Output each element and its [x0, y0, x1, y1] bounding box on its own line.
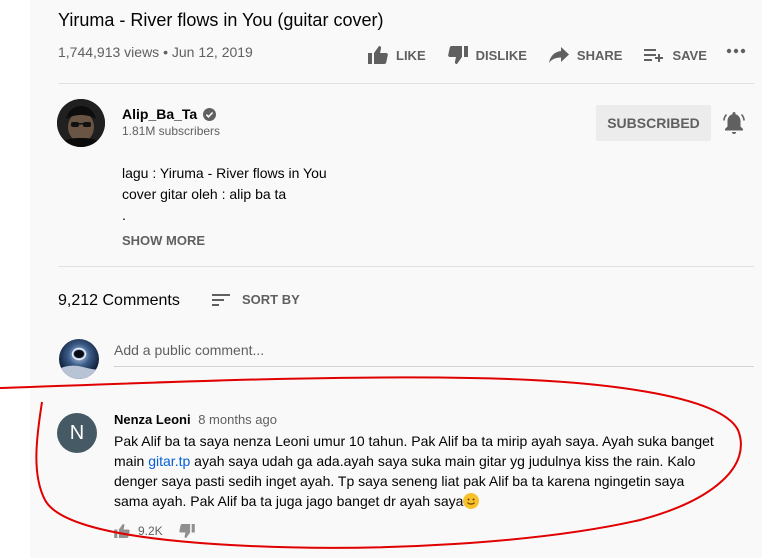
thumbs-up-icon [368, 46, 388, 64]
channel-avatar-image [57, 99, 105, 147]
user-avatar-image [59, 347, 99, 379]
playlist-add-icon [644, 49, 664, 62]
save-label: SAVE [672, 47, 707, 63]
user-avatar [59, 339, 99, 379]
thumbs-up-icon[interactable] [114, 524, 130, 538]
video-meta: 1,744,913 views • Jun 12, 2019 [58, 44, 253, 60]
channel-name[interactable]: Alip_Ba_Ta [122, 106, 197, 122]
subscriber-count: 1.81M subscribers [122, 124, 221, 138]
video-title: Yiruma - River flows in You (guitar cove… [58, 10, 384, 30]
meta-separator: • [163, 44, 168, 60]
channel-avatar[interactable] [57, 99, 105, 147]
more-horizontal-icon[interactable] [726, 48, 746, 54]
comment-link[interactable]: gitar.tp [148, 453, 190, 469]
comment-actions: 9.2K [114, 524, 195, 538]
verified-check-icon [203, 107, 217, 121]
comment-like-count: 9.2K [138, 524, 163, 538]
comment-author-name[interactable]: Nenza Leoni [114, 412, 191, 427]
share-button[interactable]: SHARE [548, 47, 623, 63]
left-edge-panel [0, 0, 30, 558]
upload-date: Jun 12, 2019 [171, 44, 253, 60]
divider-top [58, 83, 754, 84]
smiling-face-icon [463, 493, 480, 509]
add-comment-underline [114, 366, 754, 367]
share-label: SHARE [576, 47, 623, 63]
divider-comments [58, 266, 754, 267]
save-button[interactable]: SAVE [644, 47, 707, 63]
dislike-label: DISLIKE [475, 47, 527, 63]
comment-timestamp[interactable]: 8 months ago [198, 412, 277, 427]
comment-text: Pak Alif ba ta saya nenza Leoni umur 10 … [114, 431, 714, 511]
sort-lines-icon [212, 293, 230, 306]
thumbs-down-icon[interactable] [179, 524, 195, 538]
sort-by-button[interactable]: SORT BY [212, 292, 300, 307]
show-more-button[interactable]: SHOW MORE [122, 233, 205, 248]
description-line: . [122, 207, 126, 223]
view-count: 1,744,913 views [58, 44, 160, 60]
video-description: lagu : Yiruma - River flows in You cover… [122, 163, 327, 226]
description-line: cover gitar oleh : alip ba ta [122, 186, 287, 202]
add-comment-input[interactable]: Add a public comment... [114, 342, 264, 358]
video-actions: LIKE DISLIKE SHARE SAVE [368, 44, 729, 66]
comment-header: Nenza Leoni 8 months ago [114, 412, 277, 427]
subscribed-button[interactable]: SUBSCRIBED [596, 105, 711, 141]
comment-author-avatar[interactable]: N [57, 413, 97, 453]
comments-count: 9,212 Comments [58, 292, 180, 309]
thumbs-down-icon [447, 46, 468, 64]
comment-text-part: ayah saya udah ga ada.ayah saya suka mai… [114, 453, 696, 509]
dislike-button[interactable]: DISLIKE [447, 46, 527, 64]
sort-by-label: SORT BY [242, 292, 300, 307]
bell-icon[interactable] [723, 111, 745, 135]
share-arrow-icon [548, 47, 569, 63]
like-label: LIKE [396, 47, 426, 63]
channel-name-row: Alip_Ba_Ta [122, 106, 217, 122]
description-line: lagu : Yiruma - River flows in You [122, 165, 327, 181]
like-button[interactable]: LIKE [368, 46, 426, 64]
